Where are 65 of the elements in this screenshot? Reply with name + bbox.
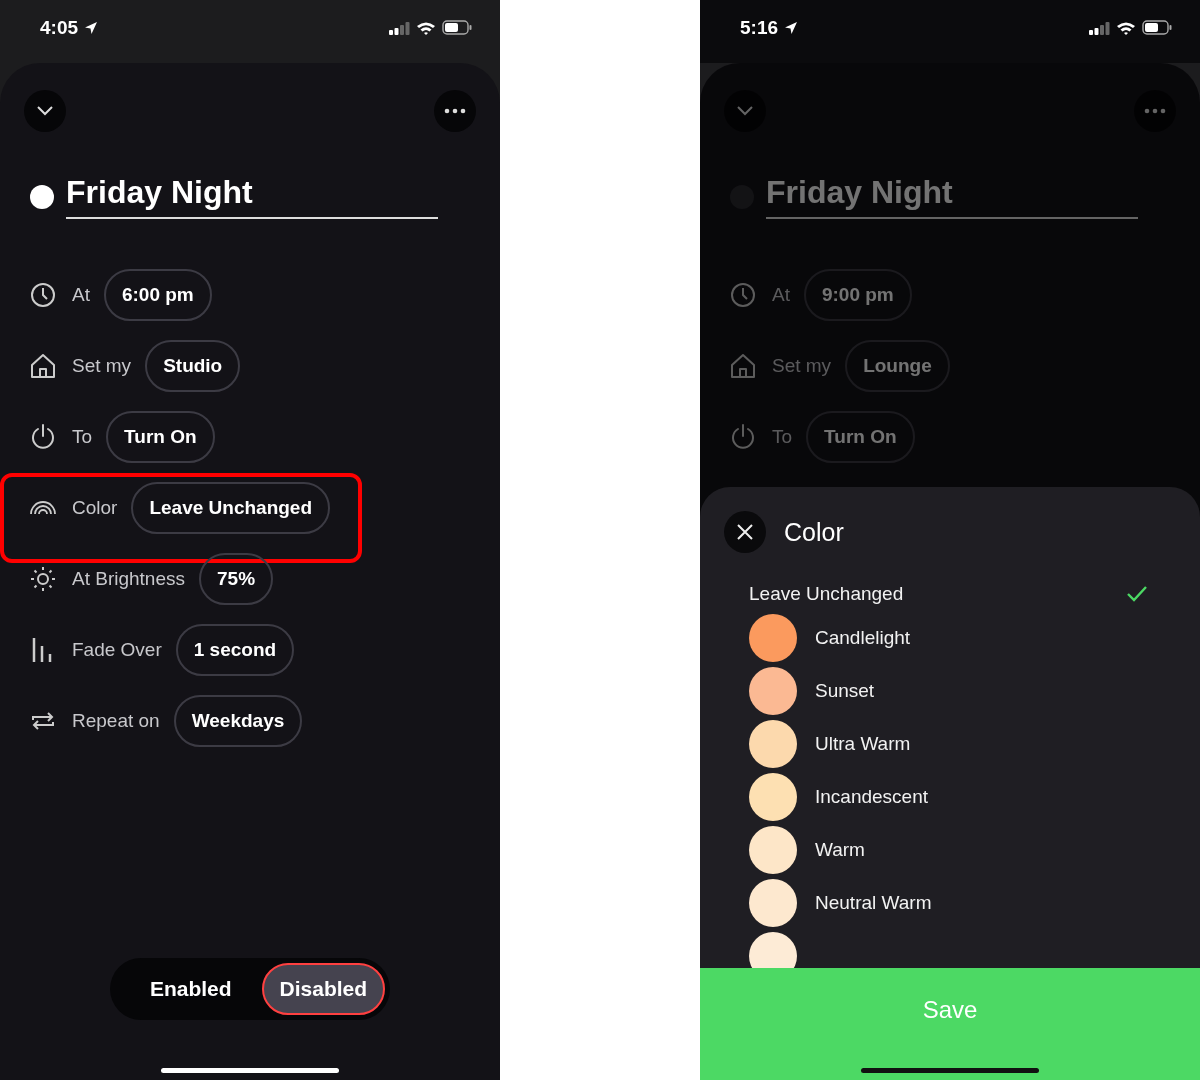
power-icon [30,424,56,450]
color-option[interactable]: Sunset [749,667,1148,715]
battery-icon [442,20,472,35]
row-label: At [772,284,790,306]
chevron-down-icon [36,105,54,117]
row-label: Set my [72,355,132,377]
row-label: To [772,426,793,448]
value-pill[interactable]: 75% [199,553,274,605]
color-option[interactable]: Leave Unchanged [749,583,1148,605]
value-pill[interactable]: Weekdays [173,695,303,747]
signal-icon [1088,20,1110,35]
value-pill[interactable]: Turn On [106,411,215,463]
value-pill[interactable]: Turn On [806,411,915,463]
schedule-name-field[interactable]: Friday Night [766,174,1138,219]
house-icon [730,353,756,379]
value-pill[interactable]: Studio [145,340,241,392]
option-label: Leave Unchanged [749,583,904,605]
value-pill[interactable]: Lounge [845,340,950,392]
clock-icon [730,282,756,308]
option-label: Neutral Warm [815,892,932,914]
wifi-icon [416,20,436,35]
value-pill[interactable]: 9:00 pm [803,269,912,321]
sun-icon [30,566,56,592]
toggle-option[interactable]: Enabled [131,963,250,1015]
color-option[interactable]: Neutral Warm [749,879,1148,927]
row-label: To [72,426,93,448]
more-icon [1144,108,1166,114]
row-label: At Brightness [72,568,185,590]
option-label: Sunset [815,680,875,702]
color-option[interactable]: Ultra Warm [749,720,1148,768]
sheet-title: Color [784,517,844,547]
location-arrow-icon [784,20,799,35]
close-button[interactable] [724,511,766,553]
color-option[interactable]: Candlelight [749,614,1148,662]
clock-time: 5:16 [740,16,779,39]
house-icon [30,353,56,379]
close-icon [736,523,754,541]
clock-time: 4:05 [40,16,79,39]
option-label: Incandescent [815,786,929,808]
more-icon [444,108,466,114]
location-arrow-icon [84,20,99,35]
value-pill[interactable]: 1 second [175,624,295,676]
checkmark-icon [1126,585,1148,603]
color-option[interactable]: Incandescent [749,773,1148,821]
toggle-option[interactable]: Disabled [261,963,386,1015]
color-option[interactable]: Warm [749,826,1148,874]
option-label: Ultra Warm [815,733,911,755]
chevron-down-icon [736,105,754,117]
option-label: Warm [815,839,865,861]
value-pill[interactable]: Leave Unchanged [131,482,330,534]
battery-icon [1142,20,1172,35]
schedule-name-field[interactable]: Friday Night [66,174,438,219]
value-pill[interactable]: 6:00 pm [103,269,212,321]
more-button[interactable] [434,90,476,132]
wifi-icon [1116,20,1136,35]
power-icon [730,424,756,450]
signal-icon [388,20,410,35]
row-label: Set my [772,355,832,377]
row-label: Fade Over [72,639,162,661]
row-label: At [72,284,90,306]
row-label: Color [72,497,118,519]
collapse-button[interactable] [24,90,66,132]
option-label: Candlelight [815,627,911,649]
row-label: Repeat on [72,710,160,732]
clock-icon [30,282,56,308]
